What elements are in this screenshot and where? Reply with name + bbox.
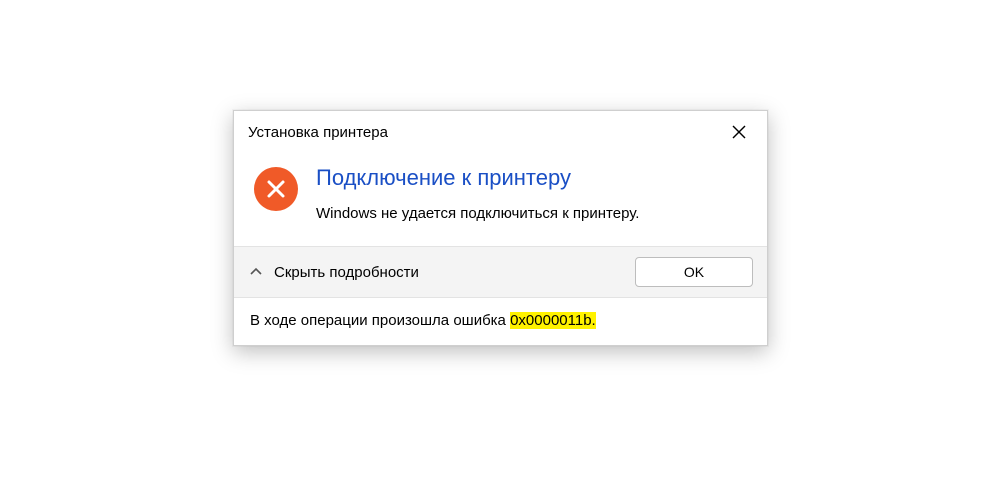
dialog-message: Windows не удается подключиться к принте…	[316, 203, 747, 224]
dialog-heading: Подключение к принтеру	[316, 165, 747, 191]
close-icon	[732, 125, 746, 139]
details-toggle-label: Скрыть подробности	[274, 264, 419, 281]
chevron-up-icon	[248, 264, 264, 280]
ok-button[interactable]: OK	[635, 257, 753, 287]
titlebar: Установка принтера	[234, 111, 767, 151]
dialog-footer: Скрыть подробности OK	[234, 246, 767, 297]
close-button[interactable]	[721, 119, 757, 145]
dialog-title: Установка принтера	[248, 124, 388, 141]
details-prefix: В ходе операции произошла ошибка	[250, 312, 510, 329]
content-text: Подключение к принтеру Windows не удаетс…	[316, 165, 747, 224]
dialog-window: Установка принтера Подключение к принтер…	[233, 110, 768, 346]
details-toggle[interactable]: Скрыть подробности	[248, 264, 419, 281]
dialog-content: Подключение к принтеру Windows не удаетс…	[234, 151, 767, 246]
error-icon	[254, 167, 298, 211]
ok-button-label: OK	[684, 264, 704, 280]
details-suffix: .	[592, 312, 596, 329]
details-panel: В ходе операции произошла ошибка 0x00000…	[234, 297, 767, 345]
error-code: 0x0000011b	[510, 312, 591, 329]
